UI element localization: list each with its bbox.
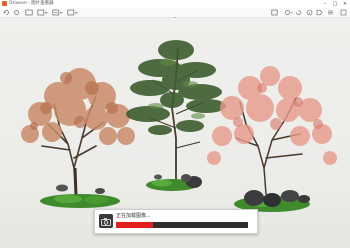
progress-bar-fill	[116, 222, 153, 228]
close-icon[interactable]: ×	[342, 1, 348, 7]
title-bar: Oriveon - 图片查看器 – □ ×	[0, 0, 350, 8]
share-icon[interactable]	[284, 9, 293, 16]
window-title: Oriveon - 图片查看器	[9, 1, 54, 6]
tag-icon[interactable]	[316, 9, 323, 16]
adjust-dropdown-icon[interactable]	[52, 9, 63, 16]
window-icon[interactable]	[271, 9, 278, 16]
pine-tree	[126, 40, 226, 191]
toolbar	[0, 8, 350, 20]
info-icon[interactable]	[306, 9, 313, 16]
more-icon[interactable]	[67, 9, 78, 16]
loading-dialog: 正在加载图像...	[94, 209, 258, 234]
collapse-toolbar-icon[interactable]	[171, 8, 179, 20]
zoom-dropdown-icon[interactable]	[37, 9, 48, 16]
rotate-icon[interactable]	[295, 9, 302, 16]
app-logo-icon	[2, 1, 7, 6]
pink-tree	[207, 66, 337, 212]
rotate-left-icon[interactable]	[3, 9, 10, 16]
camera-icon	[99, 214, 113, 228]
fullscreen-icon[interactable]	[25, 9, 33, 16]
progress-bar	[116, 222, 248, 228]
rotate-right-icon[interactable]	[13, 9, 20, 16]
loading-message: 正在加载图像...	[116, 213, 151, 219]
maximize-icon[interactable]: □	[332, 1, 338, 7]
minimize-icon[interactable]: –	[322, 1, 328, 7]
pin-icon[interactable]	[340, 9, 347, 16]
autumn-tree	[21, 68, 135, 208]
settings-icon[interactable]	[327, 9, 334, 16]
